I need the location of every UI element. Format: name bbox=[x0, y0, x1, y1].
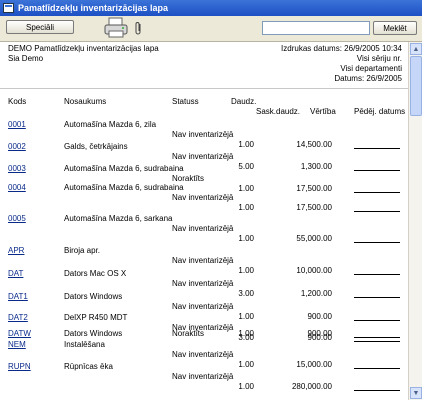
asset-qty: 1.00 bbox=[238, 329, 254, 338]
asset-code-link[interactable]: DAT2 bbox=[8, 313, 28, 322]
asset-name: Galds, četrkājains bbox=[64, 142, 128, 151]
last-date-blank-line bbox=[354, 297, 400, 298]
scroll-thumb[interactable] bbox=[410, 56, 422, 116]
asset-code-link[interactable]: RUPN bbox=[8, 362, 31, 371]
last-date-blank-line bbox=[354, 242, 400, 243]
asset-status: Nav inventarizējā bbox=[172, 350, 234, 359]
asset-code-link[interactable]: 0003 bbox=[8, 164, 26, 173]
asset-name: Rūpnīcas ēka bbox=[64, 362, 113, 371]
asset-name: Automašīna Mazda 6, sudrabaina bbox=[64, 164, 184, 173]
asset-qty: 1.00 bbox=[238, 184, 254, 193]
window-title: Pamatlīdzekļu inventarizācijas lapa bbox=[18, 3, 169, 13]
asset-qty: 1.00 bbox=[238, 360, 254, 369]
asset-code-link[interactable]: 0005 bbox=[8, 214, 26, 223]
department-filter: Visi departamenti bbox=[340, 64, 402, 73]
report-area: DEMO Pamatlīdzekļu inventarizācijas lapa… bbox=[0, 42, 408, 400]
last-date-blank-line bbox=[354, 320, 400, 321]
asset-status: Nav inventarizējā bbox=[172, 372, 234, 381]
report-title: DEMO Pamatlīdzekļu inventarizācijas lapa bbox=[8, 44, 159, 53]
asset-code-link[interactable]: APR bbox=[8, 246, 24, 255]
asset-status: Nav inventarizējā bbox=[172, 224, 234, 233]
asset-code-link[interactable]: DAT bbox=[8, 269, 23, 278]
company-name: Sia Demo bbox=[8, 54, 44, 63]
asset-name: Automašīna Mazda 6, sarkana bbox=[64, 214, 173, 223]
asset-qty: 1.00 bbox=[238, 382, 254, 391]
scroll-down-arrow-icon[interactable]: ▼ bbox=[410, 387, 422, 399]
asset-value: 17,500.00 bbox=[296, 184, 332, 193]
asset-name: Biroja apr. bbox=[64, 246, 101, 255]
last-date-blank-line bbox=[354, 390, 400, 391]
header-separator bbox=[0, 88, 408, 89]
last-date-blank-line bbox=[354, 170, 400, 171]
asset-code-link[interactable]: DAT1 bbox=[8, 292, 28, 301]
col-header-status: Statuss bbox=[172, 97, 199, 106]
asset-qty: 1.00 bbox=[238, 203, 254, 212]
asset-status: Nav inventarizējā bbox=[172, 130, 234, 139]
asset-name: DelXP R450 MDT bbox=[64, 313, 128, 322]
asset-qty: 3.00 bbox=[238, 289, 254, 298]
asset-name: Automašīna Mazda 6, sudrabaina bbox=[64, 183, 184, 192]
report-meta-left: DEMO Pamatlīdzekļu inventarizācijas lapa… bbox=[8, 44, 159, 64]
search-input[interactable] bbox=[262, 21, 370, 35]
asset-value: 17,500.00 bbox=[296, 203, 332, 212]
asset-value: 900.00 bbox=[307, 312, 332, 321]
print-date: Izdrukas datums: 26/9/2005 10:34 bbox=[281, 44, 402, 53]
asset-name: Dators Mac OS X bbox=[64, 269, 127, 278]
asset-qty: 5.00 bbox=[238, 162, 254, 171]
asset-status: Nav inventarizējā bbox=[172, 193, 234, 202]
report-date: Datums: 26/9/2005 bbox=[334, 74, 402, 83]
app-icon bbox=[3, 3, 14, 13]
asset-code-link[interactable]: 0004 bbox=[8, 183, 26, 192]
asset-value: 900.00 bbox=[307, 329, 332, 338]
asset-value: 15,000.00 bbox=[296, 360, 332, 369]
asset-status: Nav inventarizējā bbox=[172, 152, 234, 161]
asset-name: Instalēšana bbox=[64, 340, 105, 349]
col-header-last-date: Pēdēj. datums bbox=[354, 107, 406, 116]
last-date-blank-line bbox=[354, 368, 400, 369]
special-button[interactable]: Speciāli bbox=[6, 20, 74, 34]
last-date-blank-line bbox=[354, 148, 400, 149]
asset-value: 55,000.00 bbox=[296, 234, 332, 243]
toolbar: Speciāli Meklēt bbox=[0, 16, 422, 42]
asset-code-link[interactable]: 0002 bbox=[8, 142, 26, 151]
asset-qty: 1.00 bbox=[238, 140, 254, 149]
asset-status: Noraktīts bbox=[172, 174, 205, 183]
asset-qty: 1.00 bbox=[238, 312, 254, 321]
asset-value: 1,300.00 bbox=[300, 162, 332, 171]
search-button[interactable]: Meklēt bbox=[373, 21, 417, 35]
asset-value: 1,200.00 bbox=[300, 289, 332, 298]
asset-code-link[interactable]: 0001 bbox=[8, 120, 26, 129]
col-header-value: Vērtība bbox=[310, 107, 336, 116]
asset-value: 280,000.00 bbox=[291, 382, 332, 391]
title-bar: Pamatlīdzekļu inventarizācijas lapa bbox=[0, 0, 422, 16]
last-date-blank-line bbox=[354, 337, 400, 338]
asset-value: 14,500.00 bbox=[296, 140, 332, 149]
col-header-counted: Sask.daudz. bbox=[256, 107, 301, 116]
vertical-scrollbar[interactable]: ▲ ▼ bbox=[408, 42, 422, 400]
asset-value: 10,000.00 bbox=[296, 266, 332, 275]
col-header-name: Nosaukums bbox=[64, 97, 107, 106]
asset-code-link[interactable]: NEM bbox=[8, 340, 26, 349]
series-filter: Visi sēriju nr. bbox=[356, 54, 402, 63]
col-header-qty: Daudz. bbox=[231, 97, 257, 106]
last-date-blank-line bbox=[354, 341, 400, 342]
asset-qty: 1.00 bbox=[238, 234, 254, 243]
asset-code-link[interactable]: DATW bbox=[8, 329, 31, 338]
report-meta-right: Izdrukas datums: 26/9/2005 10:34 Visi sē… bbox=[281, 44, 402, 84]
asset-name: Dators Windows bbox=[64, 292, 123, 301]
last-date-blank-line bbox=[354, 274, 400, 275]
asset-qty: 1.00 bbox=[238, 266, 254, 275]
col-header-code: Kods bbox=[8, 97, 27, 106]
asset-status: Nav inventarizējā bbox=[172, 279, 234, 288]
last-date-blank-line bbox=[354, 211, 400, 212]
scroll-up-arrow-icon[interactable]: ▲ bbox=[410, 43, 422, 55]
asset-status: Nav inventarizējā bbox=[172, 256, 234, 265]
asset-name: Automašīna Mazda 6, zila bbox=[64, 120, 157, 129]
paperclip-icon[interactable] bbox=[135, 21, 143, 35]
asset-status: Noraktīts bbox=[172, 329, 205, 338]
last-date-blank-line bbox=[354, 192, 400, 193]
asset-status: Nav inventarizējā bbox=[172, 302, 234, 311]
asset-name: Dators Windows bbox=[64, 329, 123, 338]
printer-icon[interactable] bbox=[103, 17, 129, 39]
